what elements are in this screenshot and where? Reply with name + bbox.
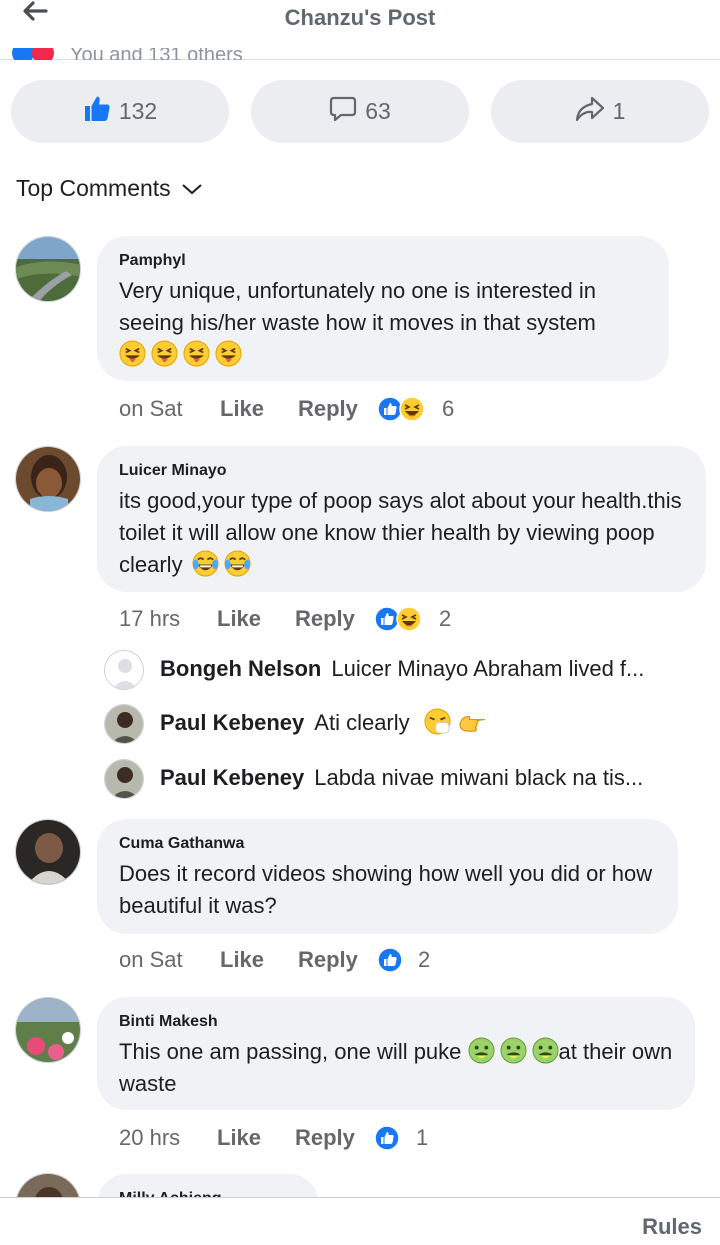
tears-of-joy-emoji: [224, 550, 251, 577]
comment-bubble[interactable]: Binti Makesh This one am passing, one wi…: [97, 997, 695, 1110]
comment-author[interactable]: Pamphyl: [119, 251, 647, 271]
chevron-down-icon: [181, 175, 203, 202]
avatar: [104, 704, 144, 744]
reactions-summary-text: You and 131 others: [70, 48, 243, 60]
like-button[interactable]: 132: [11, 80, 229, 143]
like-count: 132: [118, 98, 158, 124]
reactions-summary[interactable]: [374, 1125, 400, 1151]
avatar[interactable]: [15, 446, 81, 512]
nauseated-emoji: [500, 1037, 527, 1064]
comment-filter-label: Top Comments: [16, 175, 171, 201]
comment-text: This one am passing, one will puke at th…: [119, 1036, 673, 1100]
reply-line: Paul Kebeney Ati clearly: [160, 708, 492, 738]
comment-like-button[interactable]: Like: [220, 945, 264, 975]
comment-meta: on Sat Like Reply 2: [119, 945, 539, 975]
comment-text: its good,your type of poop says alot abo…: [119, 485, 684, 581]
comment-meta: 17 hrs Like Reply 2: [119, 604, 539, 634]
avatar: [104, 759, 144, 799]
pointing-hand-emoji: [456, 708, 487, 735]
like-reaction-icon: [377, 947, 403, 973]
squinting-tongue-emoji: [215, 340, 242, 367]
page-title: Chanzu's Post: [284, 5, 436, 30]
comment-bubble[interactable]: Luicer Minayo its good,your type of poop…: [97, 446, 706, 592]
reply-preview[interactable]: Paul Kebeney Ati clearly: [104, 704, 714, 744]
top-bar: Chanzu's Post You and 131 others: [0, 0, 720, 60]
share-arrow-icon: [575, 95, 605, 129]
reply-line: Paul Kebeney Labda nivae miwani black na …: [160, 763, 643, 793]
comment-time: on Sat: [119, 396, 183, 421]
comment-button[interactable]: 63: [251, 80, 469, 143]
share-count: 1: [612, 98, 626, 124]
nauseated-emoji: [468, 1037, 495, 1064]
comment-like-button[interactable]: Like: [217, 1123, 261, 1153]
comment-author[interactable]: Binti Makesh: [119, 1012, 673, 1032]
haha-reaction-icon: [396, 606, 422, 632]
avatar[interactable]: [15, 997, 81, 1063]
comment-meta: on Sat Like Reply 6: [119, 394, 539, 424]
like-reaction-icon: [12, 48, 34, 60]
comment-bubble-icon: [329, 95, 357, 129]
reply-author[interactable]: Bongeh Nelson: [160, 656, 321, 681]
comment-bubble[interactable]: Pamphyl Very unique, unfortunately no on…: [97, 236, 669, 381]
like-reaction-icon: [374, 1125, 400, 1151]
reaction-count: 6: [442, 396, 455, 421]
reactions-summary[interactable]: You and 131 others: [12, 48, 312, 60]
reply-text: Luicer Minayo Abraham lived f...: [331, 656, 645, 681]
reaction-count: 2: [418, 947, 431, 972]
avatar: [104, 650, 144, 690]
tears-of-joy-emoji: [192, 550, 219, 577]
share-button[interactable]: 1: [491, 80, 709, 143]
comment-like-button[interactable]: Like: [217, 604, 261, 634]
comment-reply-button[interactable]: Reply: [295, 604, 355, 634]
reply-text: Labda nivae miwani black na tis...: [314, 765, 644, 790]
comment-reply-button[interactable]: Reply: [298, 945, 358, 975]
love-reaction-icon: [32, 48, 54, 60]
post-actions: 132 63 1: [0, 80, 720, 144]
comment-reply-button[interactable]: Reply: [298, 394, 358, 424]
comment-reply-button[interactable]: Reply: [295, 1123, 355, 1153]
comment-bubble[interactable]: Cuma Gathanwa Does it record videos show…: [97, 819, 678, 934]
bottom-bar: Rules: [0, 1197, 720, 1245]
comment-like-button[interactable]: Like: [220, 394, 264, 424]
thumbs-up-icon: [83, 95, 111, 129]
comment-filter-dropdown[interactable]: Top Comments: [16, 175, 203, 202]
reply-preview[interactable]: Bongeh Nelson Luicer Minayo Abraham lived…: [104, 650, 714, 690]
comment-time: 17 hrs: [119, 606, 181, 631]
reply-author[interactable]: Paul Kebeney: [160, 765, 304, 790]
squinting-tongue-emoji: [119, 340, 146, 367]
comment-author[interactable]: Cuma Gathanwa: [119, 834, 656, 854]
sneezing-emoji: [424, 708, 451, 735]
reply-preview[interactable]: Paul Kebeney Labda nivae miwani black na …: [104, 759, 714, 799]
comment-count: 63: [365, 98, 391, 124]
haha-reaction-icon: [399, 396, 425, 422]
avatar[interactable]: [15, 236, 81, 302]
comment-meta: 20 hrs Like Reply 1: [119, 1123, 539, 1153]
reply-text: Ati clearly: [314, 710, 410, 735]
reaction-count: 2: [439, 606, 452, 631]
squinting-tongue-emoji: [183, 340, 210, 367]
reply-line: Bongeh Nelson Luicer Minayo Abraham lived…: [160, 654, 644, 684]
comment-text: Very unique, unfortunately no one is int…: [119, 275, 647, 371]
comment-time: on Sat: [119, 947, 183, 972]
comment-author[interactable]: Luicer Minayo: [119, 461, 684, 481]
reactions-summary[interactable]: [377, 947, 403, 973]
avatar[interactable]: [15, 819, 81, 885]
nauseated-emoji: [532, 1037, 559, 1064]
reply-author[interactable]: Paul Kebeney: [160, 710, 304, 735]
reaction-count: 1: [416, 1125, 429, 1150]
rules-link[interactable]: Rules: [642, 1214, 702, 1240]
comment-text-body: This one am passing, one will puke: [119, 1039, 468, 1064]
reactions-summary[interactable]: [377, 396, 425, 422]
reactions-summary[interactable]: [374, 606, 422, 632]
squinting-tongue-emoji: [151, 340, 178, 367]
comment-text: Does it record videos showing how well y…: [119, 861, 653, 918]
comment-time: 20 hrs: [119, 1125, 181, 1150]
comment-text-body: Very unique, unfortunately no one is int…: [119, 278, 596, 335]
